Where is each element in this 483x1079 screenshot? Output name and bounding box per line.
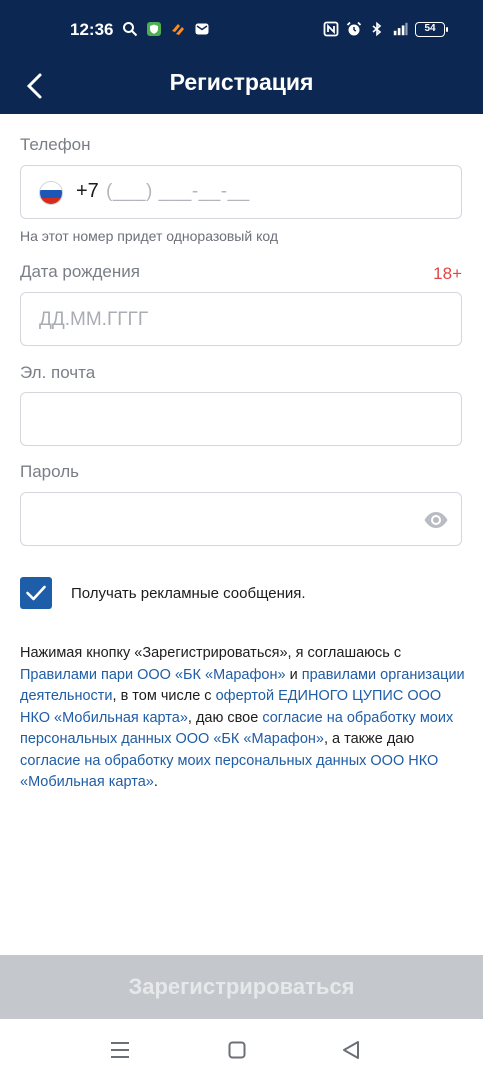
password-field[interactable] <box>20 492 462 546</box>
email-label: Эл. почта <box>20 363 96 382</box>
app-bar: Регистрация <box>0 58 483 114</box>
terms-text-part: , в том числе с <box>112 688 216 704</box>
terms-text-part: . <box>153 774 158 790</box>
betting-rules-link[interactable]: Правилами пари ООО «БК «Марафон» <box>20 667 286 683</box>
promo-checkbox-label[interactable]: Получать рекламные сообщения. <box>71 585 306 602</box>
checkmark-icon <box>26 585 46 601</box>
birth-date-label: Дата рождения <box>20 262 140 281</box>
bluetooth-icon <box>372 21 382 37</box>
alarm-icon <box>346 21 362 36</box>
shield-app-icon <box>147 22 161 36</box>
phone-input[interactable]: +7 (___) ___-__-__ <box>20 165 462 219</box>
birth-date-input[interactable]: ДД.ММ.ГГГГ <box>20 292 462 346</box>
status-time: 12:36 <box>70 20 114 39</box>
menu-icon[interactable] <box>110 1041 130 1059</box>
register-button[interactable]: Зарегистрироваться <box>0 955 483 1019</box>
phone-label: Телефон <box>20 135 91 154</box>
signal-icon <box>393 22 408 36</box>
system-nav-bar <box>0 1019 483 1079</box>
phone-prefix: +7 <box>76 180 99 202</box>
mobile-card-consent-link[interactable]: согласие на обработку моих персональных … <box>20 753 438 791</box>
terms-text-part: Нажимая кнопку «Зарегистрироваться», я с… <box>20 645 402 661</box>
age-badge: 18+ <box>433 264 462 283</box>
terms-text: Нажимая кнопку «Зарегистрироваться», я с… <box>20 643 465 794</box>
home-square-icon[interactable] <box>228 1041 246 1059</box>
status-bar: 12:36 54 <box>0 0 483 58</box>
email-field[interactable] <box>20 392 462 446</box>
nfc-icon <box>323 21 339 37</box>
eye-icon[interactable] <box>423 508 449 532</box>
terms-text-part: , даю свое <box>187 709 263 726</box>
status-right-icons: 54 <box>323 21 448 37</box>
birth-date-placeholder: ДД.ММ.ГГГГ <box>39 309 149 330</box>
mail-icon <box>195 23 209 35</box>
status-left-icons <box>122 21 210 37</box>
page-title: Регистрация <box>169 69 314 95</box>
password-label: Пароль <box>20 462 79 481</box>
app-notification-icon <box>172 24 184 35</box>
terms-text-part: и <box>285 666 302 683</box>
phone-mask: (___) ___-__-__ <box>106 181 250 202</box>
russia-flag-icon <box>39 181 63 205</box>
terms-text-part: , а также даю <box>323 731 415 747</box>
search-icon <box>123 22 138 37</box>
battery-level: 54 <box>424 22 436 34</box>
phone-hint: На этот номер придет одноразовый код <box>20 228 279 244</box>
back-triangle-icon[interactable] <box>342 1040 360 1060</box>
promo-checkbox[interactable] <box>20 577 52 609</box>
battery-icon: 54 <box>415 21 448 37</box>
